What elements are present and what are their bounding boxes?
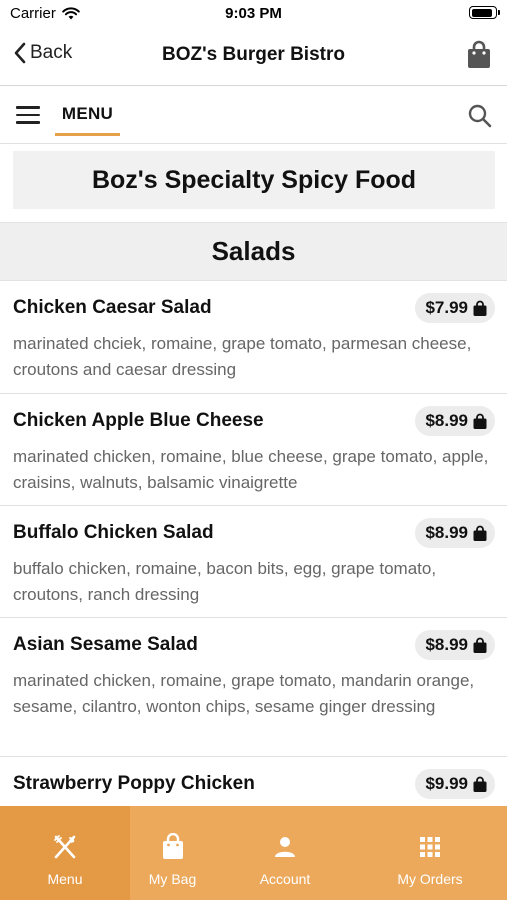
tab-menu-underline (55, 133, 120, 136)
menu-item[interactable]: Buffalo Chicken Salad $8.99 buffalo chic… (0, 506, 507, 618)
tab-my-bag[interactable]: My Bag (130, 806, 215, 900)
shopping-bag-icon (473, 525, 487, 541)
menu-item[interactable]: Chicken Apple Blue Cheese $8.99 marinate… (0, 394, 507, 506)
menu-item-price: $9.99 (425, 774, 468, 793)
tab-account-label: Account (259, 871, 311, 887)
bottom-tab-bar: Menu My Bag Account My Orders (0, 806, 507, 900)
tab-my-orders[interactable]: My Orders (380, 806, 480, 900)
status-time: 9:03 PM (225, 5, 282, 22)
tab-my-bag-label: My Bag (148, 871, 197, 887)
menu-item-price: $8.99 (425, 411, 468, 430)
add-to-bag-price-button[interactable]: $7.99 (415, 293, 495, 323)
add-to-bag-price-button[interactable]: $8.99 (415, 518, 495, 548)
navigation-bar: Back BOZ's Burger Bistro (0, 28, 507, 86)
tab-menu-bottom[interactable]: Menu (0, 806, 130, 900)
search-button[interactable] (467, 103, 493, 129)
menu-bar: MENU (0, 86, 507, 144)
grid-icon (419, 833, 441, 861)
battery-icon (469, 6, 500, 19)
tab-my-orders-label: My Orders (397, 871, 463, 887)
menu-item-price: $7.99 (425, 298, 468, 317)
shopping-bag-button[interactable] (465, 40, 493, 70)
add-to-bag-price-button[interactable]: $8.99 (415, 406, 495, 436)
shopping-bag-icon (473, 776, 487, 792)
menu-item-price: $8.99 (425, 523, 468, 542)
shopping-bag-icon (468, 40, 490, 68)
menu-item-name: Chicken Caesar Salad (13, 297, 212, 318)
shopping-bag-icon (473, 637, 487, 653)
shopping-bag-icon (161, 833, 185, 861)
menu-item-description: marinated chicken, romaine, blue cheese,… (13, 447, 489, 492)
section-header: Salads (0, 222, 507, 281)
menu-item-description: buffalo chicken, romaine, bacon bits, eg… (13, 559, 437, 604)
add-to-bag-price-button[interactable]: $9.99 (415, 769, 495, 799)
tab-account[interactable]: Account (235, 806, 335, 900)
user-icon (273, 833, 297, 861)
menu-item-name: Buffalo Chicken Salad (13, 522, 214, 543)
shopping-bag-icon (473, 413, 487, 429)
fork-knife-icon (52, 833, 78, 861)
shopping-bag-icon (473, 300, 487, 316)
menu-item-description: marinated chicken, romaine, grape tomato… (13, 671, 475, 716)
menu-item-name: Chicken Apple Blue Cheese (13, 410, 264, 431)
menu-item-description: marinated chciek, romaine, grape tomato,… (13, 334, 472, 379)
status-bar: Carrier 9:03 PM (0, 0, 507, 28)
menu-item-name: Asian Sesame Salad (13, 634, 198, 655)
menu-item-price: $8.99 (425, 635, 468, 654)
menu-item[interactable]: Chicken Caesar Salad $7.99 marinated chc… (0, 281, 507, 394)
search-icon (468, 104, 492, 128)
add-to-bag-price-button[interactable]: $8.99 (415, 630, 495, 660)
tab-menu-label: Menu (47, 871, 83, 887)
tab-menu[interactable]: MENU (55, 104, 120, 124)
page-title: BOZ's Burger Bistro (162, 44, 345, 65)
hamburger-menu-icon[interactable] (16, 106, 40, 124)
menu-item-name: Strawberry Poppy Chicken (13, 773, 255, 794)
menu-item[interactable]: Asian Sesame Salad $8.99 marinated chick… (0, 618, 507, 757)
category-banner: Boz's Specialty Spicy Food (13, 151, 495, 209)
